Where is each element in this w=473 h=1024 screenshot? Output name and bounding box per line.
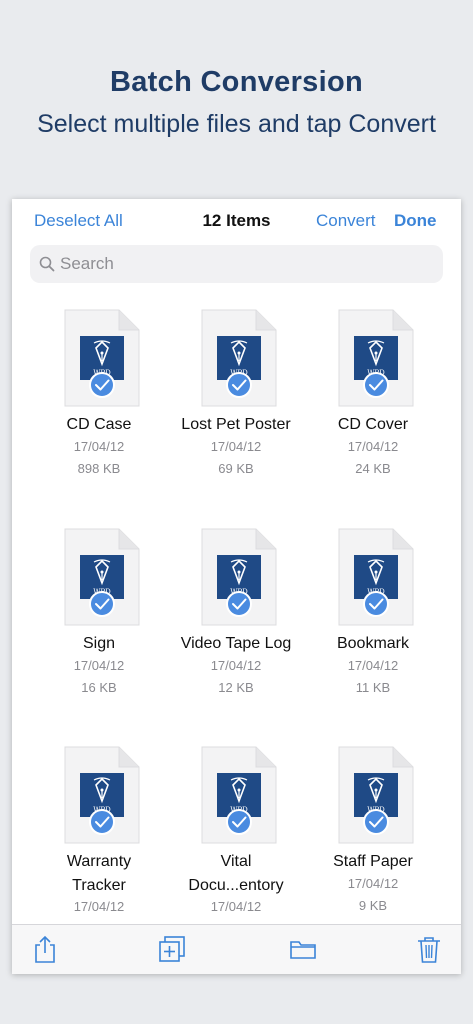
wpd-file-icon: WPD [64, 746, 140, 844]
file-name: Warranty [66, 853, 132, 870]
app-screen: Deselect All 12 Items Convert Done WPDCD… [12, 199, 461, 974]
file-size: 11 KB [355, 680, 391, 695]
selected-check-icon [89, 372, 115, 398]
file-date: 17/04/12 [210, 899, 262, 914]
trash-icon[interactable] [414, 934, 444, 964]
file-grid: WPD CD Case 17/04/12 898 KB WPD Lost Pet Post… [12, 199, 461, 924]
file-date: 17/04/12 [73, 658, 125, 673]
promo-title: Batch Conversion [110, 66, 363, 98]
file-size: 12 KB [218, 680, 254, 695]
wpd-file-icon: WPD [338, 309, 414, 407]
file-name: Tracker [72, 877, 126, 894]
wpd-file-icon: WPD [338, 746, 414, 844]
selected-check-icon [226, 372, 252, 398]
file-size: 69 KB [218, 461, 254, 476]
selected-check-icon [363, 591, 389, 617]
file-date: 17/04/12 [347, 658, 399, 673]
selected-check-icon [89, 591, 115, 617]
file-size: 9 KB [358, 898, 388, 913]
selected-check-icon [363, 809, 389, 835]
file-name: Vital [220, 853, 252, 870]
file-date: 17/04/12 [73, 899, 125, 914]
selected-check-icon [363, 372, 389, 398]
wpd-file-icon: WPD [64, 309, 140, 407]
promo-subtitle: Select multiple files and tap Convert [37, 110, 436, 138]
file-name: Lost Pet Poster [181, 416, 291, 433]
file-name: Bookmark [336, 635, 410, 652]
file-name: Sign [82, 635, 116, 652]
file-date: 17/04/12 [73, 439, 125, 454]
file-size: 16 KB [81, 680, 117, 695]
file-name: Docu...entory [188, 877, 284, 894]
file-name: CD Case [66, 416, 132, 433]
file-name: Staff Paper [333, 853, 413, 870]
bottom-toolbar [12, 924, 461, 974]
file-date: 17/04/12 [347, 876, 399, 891]
file-name: Video Tape Log [180, 635, 292, 652]
file-name: CD Cover [337, 416, 409, 433]
wpd-file-icon: WPD [201, 746, 277, 844]
duplicate-icon[interactable] [157, 934, 187, 964]
file-date: 17/04/12 [210, 439, 262, 454]
selected-check-icon [89, 809, 115, 835]
file-date: 17/04/12 [347, 439, 399, 454]
file-size: 898 KB [77, 461, 121, 476]
share-icon[interactable] [30, 934, 60, 964]
selected-check-icon [226, 591, 252, 617]
file-date: 17/04/12 [210, 658, 262, 673]
wpd-file-icon: WPD [201, 528, 277, 626]
wpd-file-icon: WPD [201, 309, 277, 407]
wpd-file-icon: WPD [338, 528, 414, 626]
folder-icon[interactable] [288, 934, 318, 964]
file-size: 24 KB [355, 461, 391, 476]
wpd-file-icon: WPD [64, 528, 140, 626]
selected-check-icon [226, 809, 252, 835]
